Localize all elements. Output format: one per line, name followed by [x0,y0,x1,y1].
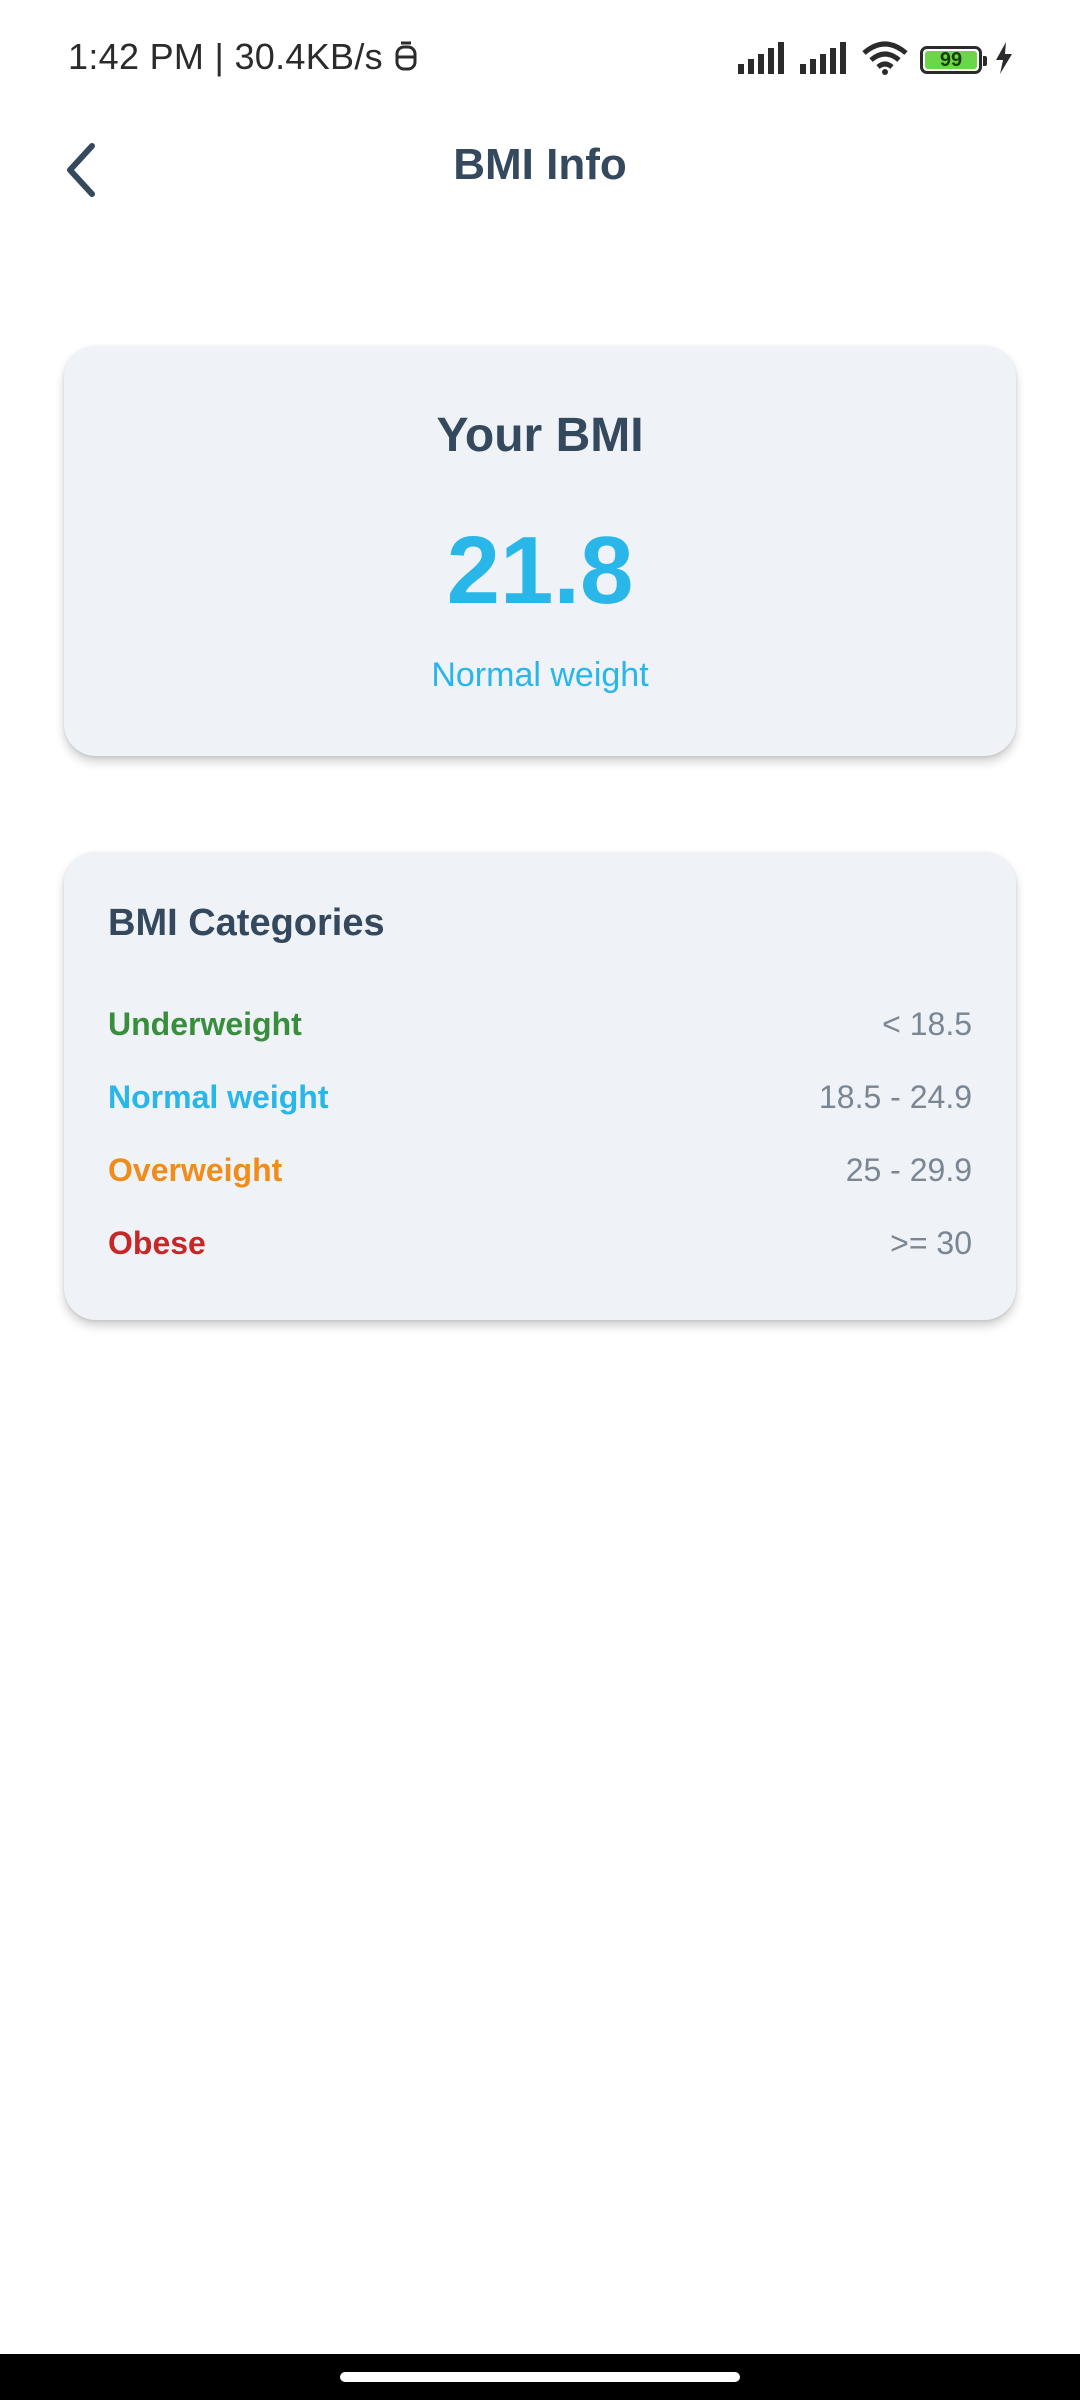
battery-level: 99 [939,48,963,71]
category-range: 18.5 - 24.9 [819,1078,972,1115]
category-name: Underweight [108,1005,302,1042]
signal-icon [738,41,788,79]
category-range: >= 30 [890,1224,972,1261]
bmi-value: 21.8 [446,517,634,624]
category-name: Overweight [108,1151,283,1188]
bmi-label: Your BMI [436,409,644,462]
status-bar: 1:42 PM | 30.4KB/s 99 [0,0,1080,120]
category-name: Obese [108,1224,206,1261]
category-name: Normal weight [108,1078,329,1115]
status-time-group: 1:42 PM | 30.4KB/s [68,36,419,78]
category-range: 25 - 29.9 [845,1151,972,1188]
status-separator: | [214,36,225,77]
page-title: BMI Info [453,140,627,189]
category-row-normal-weight: Normal weight 18.5 - 24.9 [108,1072,972,1122]
app-bar: BMI Info [0,120,1080,220]
categories-title: BMI Categories [108,902,385,944]
network-speed: 30.4KB/s [234,36,383,77]
bmi-categories-card: BMI Categories Underweight < 18.5 Normal… [64,852,1016,1320]
charging-icon [994,41,1014,79]
navigation-bar [0,2354,1080,2400]
category-row-underweight: Underweight < 18.5 [108,999,972,1049]
bmi-status: Normal weight [431,656,649,694]
category-row-overweight: Overweight 25 - 29.9 [108,1145,972,1195]
status-icons: 99 [738,40,1014,80]
battery-icon: 99 [920,46,987,74]
category-range: < 18.5 [882,1005,972,1042]
bmi-result-card: Your BMI 21.8 Normal weight [64,346,1016,756]
home-indicator[interactable] [340,2372,740,2382]
wifi-icon [862,41,908,80]
category-row-obese: Obese >= 30 [108,1218,972,1268]
status-time: 1:42 PM [68,36,205,77]
notification-icon [393,36,419,77]
signal-icon [800,41,850,79]
